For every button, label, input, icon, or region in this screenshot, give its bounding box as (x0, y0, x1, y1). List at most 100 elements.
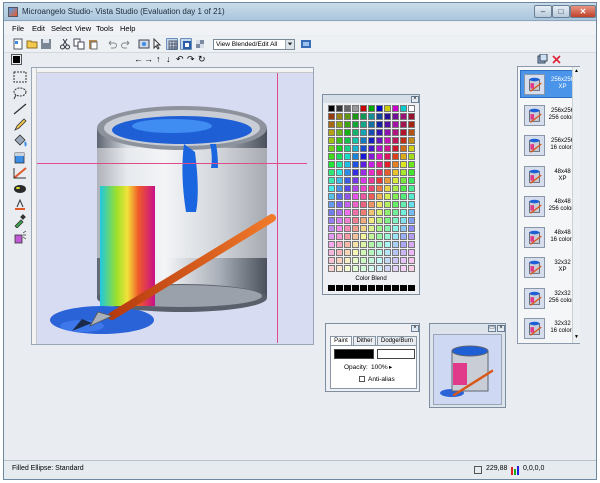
view-mode-select[interactable]: View Blended/Edit All (213, 39, 295, 50)
color-swatch[interactable] (400, 169, 407, 176)
color-swatch[interactable] (344, 249, 351, 256)
color-swatch[interactable] (368, 169, 375, 176)
color-swatch[interactable] (376, 209, 383, 216)
color-swatch[interactable] (384, 241, 391, 248)
color-swatch[interactable] (344, 153, 351, 160)
blend-swatch[interactable] (344, 285, 351, 291)
color-swatch[interactable] (352, 153, 359, 160)
color-swatch[interactable] (408, 153, 415, 160)
color-swatch[interactable] (400, 217, 407, 224)
color-swatch[interactable] (400, 249, 407, 256)
nudge-down-icon[interactable]: ↓ (166, 54, 171, 64)
color-swatch[interactable] (376, 153, 383, 160)
color-swatch[interactable] (328, 169, 335, 176)
blend-swatch[interactable] (352, 285, 359, 291)
color-swatch[interactable] (408, 233, 415, 240)
color-swatch[interactable] (360, 209, 367, 216)
color-swatch[interactable] (408, 161, 415, 168)
menu-view[interactable]: View (75, 24, 91, 33)
color-swatch[interactable] (328, 105, 335, 112)
blend-swatch[interactable] (360, 285, 367, 291)
color-swatch[interactable] (384, 177, 391, 184)
color-swatch[interactable] (328, 185, 335, 192)
color-swatch[interactable] (344, 209, 351, 216)
title-bar[interactable]: Microangelo Studio- Vista Studio (Evalua… (4, 3, 596, 21)
color-swatch[interactable] (376, 193, 383, 200)
color-swatch[interactable] (408, 217, 415, 224)
color-swatch[interactable] (400, 257, 407, 264)
scroll-down-icon[interactable]: ▼ (574, 335, 579, 340)
color-swatch[interactable] (336, 169, 343, 176)
copy-icon[interactable] (73, 38, 85, 50)
color-swatch[interactable] (400, 201, 407, 208)
color-swatch-primary[interactable] (11, 54, 22, 65)
color-swatch[interactable] (336, 161, 343, 168)
color-swatch[interactable] (352, 225, 359, 232)
blend-swatch[interactable] (376, 285, 383, 291)
color-swatch[interactable] (368, 185, 375, 192)
color-swatch[interactable] (328, 145, 335, 152)
color-swatch[interactable] (368, 113, 375, 120)
color-swatch[interactable] (360, 217, 367, 224)
color-swatch[interactable] (400, 193, 407, 200)
menu-file[interactable]: File (12, 24, 24, 33)
color-swatch[interactable] (392, 217, 399, 224)
gradient-icon[interactable] (12, 166, 28, 180)
color-swatch[interactable] (336, 249, 343, 256)
color-swatch[interactable] (392, 201, 399, 208)
color-swatch[interactable] (328, 257, 335, 264)
color-swatch[interactable] (392, 113, 399, 120)
pencil-icon[interactable] (12, 118, 28, 132)
menu-select[interactable]: Select (51, 24, 72, 33)
image-properties-icon[interactable] (138, 38, 150, 50)
blend-swatch[interactable] (328, 285, 335, 291)
color-swatch[interactable] (400, 209, 407, 216)
edit-canvas[interactable] (31, 67, 314, 345)
color-swatch[interactable] (408, 265, 415, 272)
pointer-icon[interactable] (151, 38, 163, 50)
color-swatch[interactable] (336, 265, 343, 272)
color-swatch[interactable] (328, 201, 335, 208)
close-button[interactable]: ✕ (570, 5, 596, 18)
color-swatch[interactable] (328, 113, 335, 120)
color-swatch[interactable] (344, 185, 351, 192)
spray-icon[interactable] (12, 230, 28, 244)
color-swatch[interactable] (368, 233, 375, 240)
color-swatch[interactable] (360, 137, 367, 144)
color-swatch[interactable] (392, 241, 399, 248)
nudge-right-icon[interactable]: → (144, 54, 153, 64)
color-swatch[interactable] (408, 145, 415, 152)
color-swatch[interactable] (376, 233, 383, 240)
color-swatch[interactable] (344, 265, 351, 272)
color-swatch[interactable] (344, 257, 351, 264)
color-swatch[interactable] (408, 249, 415, 256)
color-swatch[interactable] (360, 241, 367, 248)
color-swatch[interactable] (384, 153, 391, 160)
color-swatch[interactable] (360, 265, 367, 272)
color-swatch[interactable] (352, 185, 359, 192)
color-swatch[interactable] (376, 185, 383, 192)
color-swatch[interactable] (392, 129, 399, 136)
color-swatch[interactable] (352, 121, 359, 128)
color-swatch[interactable] (352, 113, 359, 120)
scroll-up-icon[interactable]: ▲ (574, 69, 579, 74)
color-swatch[interactable] (392, 161, 399, 168)
color-swatch[interactable] (384, 113, 391, 120)
color-swatch[interactable] (328, 233, 335, 240)
color-swatch[interactable] (336, 121, 343, 128)
secondary-color-box[interactable] (377, 349, 415, 359)
menu-tools[interactable]: Tools (96, 24, 114, 33)
color-swatch[interactable] (344, 193, 351, 200)
format-item[interactable]: 32x32 256 colors (520, 284, 578, 312)
color-swatch[interactable] (392, 169, 399, 176)
undo-icon[interactable] (106, 38, 118, 50)
color-swatch[interactable] (368, 265, 375, 272)
color-swatch[interactable] (400, 233, 407, 240)
color-swatch[interactable] (360, 225, 367, 232)
format-item[interactable]: 48x48 16 colors (520, 223, 578, 251)
color-swatch[interactable] (336, 129, 343, 136)
color-swatch[interactable] (344, 233, 351, 240)
color-swatch[interactable] (344, 137, 351, 144)
guide-line-vertical[interactable] (277, 73, 278, 343)
color-swatch[interactable] (376, 257, 383, 264)
